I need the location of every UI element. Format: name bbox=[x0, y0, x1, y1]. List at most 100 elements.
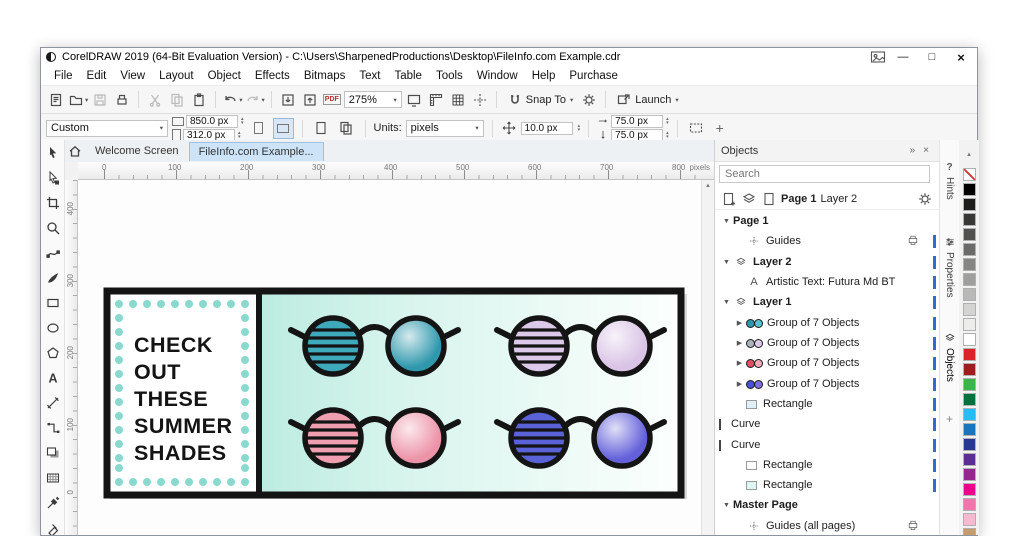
title-bar[interactable]: CorelDRAW 2019 (64-Bit Evaluation Versio… bbox=[41, 48, 977, 66]
expand-icon[interactable]: ▶ bbox=[733, 339, 746, 347]
duplicate-x-field[interactable]: 75.0 px bbox=[611, 114, 664, 128]
account-badge-icon[interactable] bbox=[870, 49, 886, 65]
color-swatch[interactable] bbox=[962, 258, 976, 271]
color-swatch[interactable] bbox=[962, 243, 976, 256]
no-color-swatch[interactable] bbox=[962, 168, 976, 181]
tree-row-guides-all[interactable]: Guides (all pages) bbox=[715, 516, 939, 535]
color-swatch[interactable] bbox=[962, 393, 976, 406]
tree-row-layer1[interactable]: ▼ Layer 1 bbox=[715, 292, 939, 312]
parallel-dimension-tool[interactable] bbox=[43, 393, 62, 412]
print-button[interactable] bbox=[112, 90, 132, 110]
show-rulers-button[interactable] bbox=[426, 90, 446, 110]
printer-icon[interactable] bbox=[907, 234, 919, 246]
canvas-vertical-scrollbar[interactable]: ▲ bbox=[701, 180, 714, 535]
color-swatch[interactable] bbox=[962, 348, 976, 361]
landscape-button[interactable] bbox=[272, 117, 294, 139]
tree-row-curve[interactable]: Curve bbox=[715, 414, 939, 434]
color-swatch[interactable] bbox=[962, 273, 976, 286]
color-swatch[interactable] bbox=[962, 363, 976, 376]
menu-bitmaps[interactable]: Bitmaps bbox=[297, 68, 353, 84]
treat-as-filled-button[interactable] bbox=[686, 118, 707, 139]
zoom-level-select[interactable]: 275% ▾ bbox=[343, 91, 402, 108]
menu-edit[interactable]: Edit bbox=[80, 68, 114, 84]
collapse-icon[interactable]: ▼ bbox=[720, 218, 733, 225]
publish-pdf-button[interactable]: PDF bbox=[322, 90, 342, 110]
units-select[interactable]: pixels ▾ bbox=[405, 119, 484, 137]
menu-file[interactable]: File bbox=[47, 68, 80, 84]
page-preset-select[interactable]: Custom ▾ bbox=[46, 119, 168, 137]
customize-plus-button[interactable]: + bbox=[711, 120, 729, 136]
spinner[interactable]: ▴ ▾ bbox=[238, 130, 241, 140]
tree-row-layer2[interactable]: ▼ Layer 2 bbox=[715, 252, 939, 272]
transparency-tool[interactable] bbox=[43, 468, 62, 487]
spinner[interactable]: ▴ ▾ bbox=[241, 116, 244, 126]
drawing-canvas[interactable]: CHECK OUT THESE SUMMER SHADES bbox=[78, 180, 701, 535]
menu-purchase[interactable]: Purchase bbox=[562, 68, 625, 84]
tree-row-group[interactable]: ▶ Group of 7 Objects bbox=[715, 353, 939, 373]
all-pages-size-button[interactable] bbox=[336, 118, 357, 139]
expand-icon[interactable]: ▶ bbox=[733, 319, 746, 327]
undo-button[interactable]: ▾ bbox=[222, 90, 243, 110]
palette-scroll-up-icon[interactable]: ▲ bbox=[966, 152, 972, 158]
spinner[interactable]: ▴ ▾ bbox=[666, 116, 669, 126]
export-button[interactable] bbox=[300, 90, 320, 110]
nudge-field[interactable]: 10.0 px bbox=[520, 121, 573, 135]
menu-effects[interactable]: Effects bbox=[248, 68, 297, 84]
shape-tool[interactable] bbox=[43, 168, 62, 187]
spinner[interactable]: ▴ ▾ bbox=[578, 123, 581, 133]
color-swatch[interactable] bbox=[962, 198, 976, 211]
collapse-icon[interactable]: ▼ bbox=[720, 259, 733, 266]
tab-welcome-screen[interactable]: Welcome Screen bbox=[85, 142, 189, 160]
color-swatch[interactable] bbox=[962, 228, 976, 241]
current-page-size-button[interactable] bbox=[311, 118, 332, 139]
color-swatch[interactable] bbox=[962, 498, 976, 511]
color-swatch[interactable] bbox=[962, 288, 976, 301]
tree-row-artistic-text[interactable]: A Artistic Text: Futura Md BT bbox=[715, 272, 939, 292]
redo-button[interactable]: ▾ bbox=[245, 90, 265, 110]
tree-row-group[interactable]: ▶ Group of 7 Objects bbox=[715, 333, 939, 353]
text-tool[interactable] bbox=[43, 368, 62, 387]
menu-text[interactable]: Text bbox=[352, 68, 387, 84]
tree-row-guides[interactable]: Guides bbox=[715, 231, 939, 251]
tree-row-page[interactable]: ▼ Page 1 bbox=[715, 211, 939, 231]
color-swatch[interactable] bbox=[962, 213, 976, 226]
color-swatch[interactable] bbox=[962, 453, 976, 466]
menu-layout[interactable]: Layout bbox=[152, 68, 201, 84]
color-swatch[interactable] bbox=[962, 468, 976, 481]
color-swatch[interactable] bbox=[962, 183, 976, 196]
docker-tab-hints[interactable]: ? Hints bbox=[940, 162, 959, 200]
snap-to-button[interactable]: Snap To ▾ bbox=[503, 90, 577, 110]
tree-row-curve[interactable]: Curve bbox=[715, 435, 939, 455]
portrait-button[interactable] bbox=[248, 118, 269, 139]
tree-row-rectangle[interactable]: Rectangle bbox=[715, 475, 939, 495]
tree-row-group[interactable]: ▶ Group of 7 Objects bbox=[715, 374, 939, 394]
save-button[interactable] bbox=[90, 90, 110, 110]
drop-shadow-tool[interactable] bbox=[43, 443, 62, 462]
open-button[interactable]: ▾ bbox=[68, 90, 88, 110]
show-guidelines-button[interactable] bbox=[470, 90, 490, 110]
maximize-button[interactable]: □ bbox=[920, 51, 944, 63]
color-swatch[interactable] bbox=[962, 528, 976, 535]
color-swatch[interactable] bbox=[962, 408, 976, 421]
scroll-up-icon[interactable]: ▲ bbox=[702, 180, 714, 189]
minimize-button[interactable]: — bbox=[891, 51, 915, 63]
docker-tab-properties[interactable]: Properties bbox=[940, 236, 959, 298]
printer-icon[interactable] bbox=[907, 519, 919, 531]
cut-button[interactable] bbox=[145, 90, 165, 110]
copy-button[interactable] bbox=[167, 90, 187, 110]
freehand-tool[interactable] bbox=[43, 243, 62, 262]
menu-help[interactable]: Help bbox=[525, 68, 563, 84]
polygon-tool[interactable] bbox=[43, 343, 62, 362]
ruler-corner[interactable] bbox=[65, 162, 78, 181]
horizontal-ruler[interactable]: 0 100 200 300 400 500 600 700 800 pixels bbox=[78, 162, 714, 180]
docker-collapse-icon[interactable]: » bbox=[906, 145, 920, 156]
pick-tool[interactable] bbox=[43, 143, 62, 162]
color-swatch[interactable] bbox=[962, 378, 976, 391]
tab-document[interactable]: FileInfo.com Example... bbox=[188, 141, 324, 161]
objects-search-input[interactable] bbox=[719, 165, 930, 183]
crop-tool[interactable] bbox=[43, 193, 62, 212]
docker-tab-objects[interactable]: Objects bbox=[940, 332, 959, 382]
launch-button[interactable]: Launch ▾ bbox=[612, 90, 682, 110]
close-button[interactable]: × bbox=[949, 50, 973, 65]
import-button[interactable] bbox=[278, 90, 298, 110]
